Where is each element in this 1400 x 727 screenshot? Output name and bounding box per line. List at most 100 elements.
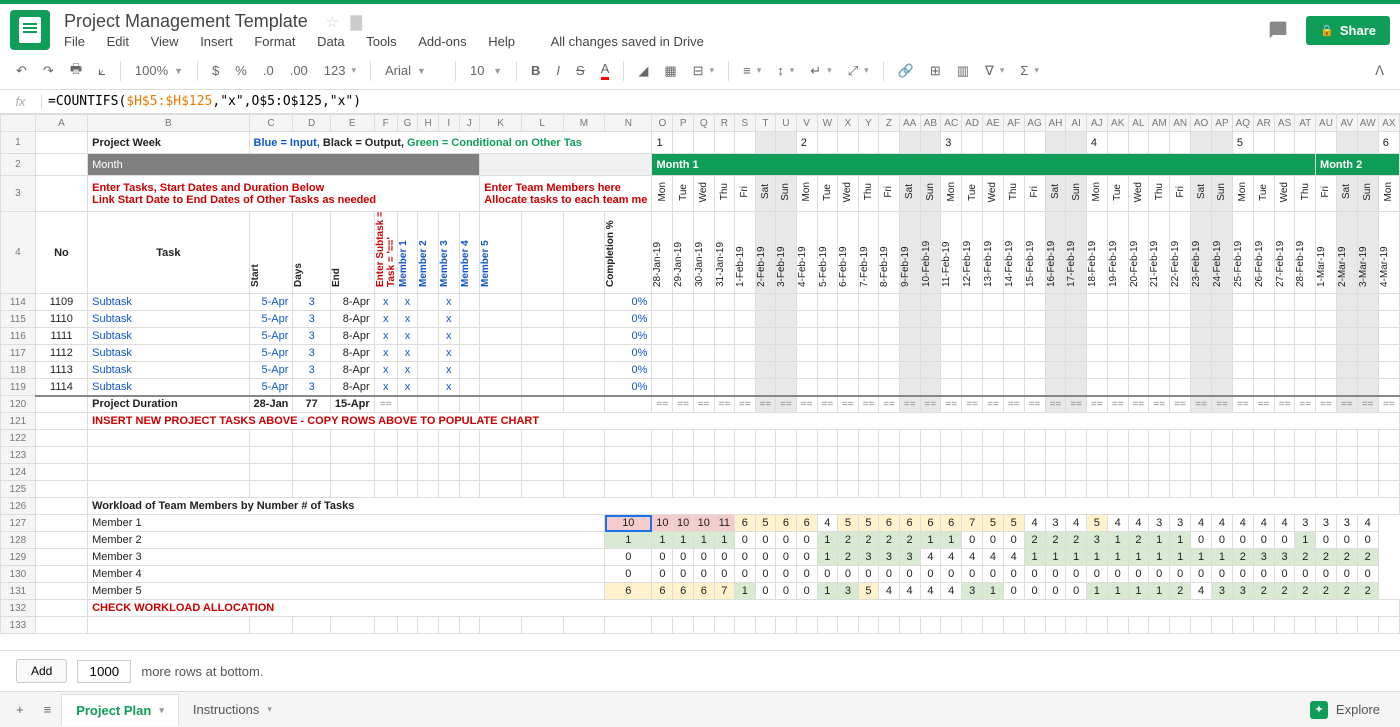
cell[interactable]: Fri	[735, 176, 756, 212]
text-rotate-icon[interactable]: ⤢▾	[842, 59, 875, 83]
decrease-decimal-icon[interactable]: .0	[257, 59, 280, 82]
cell[interactable]: 6	[605, 583, 652, 600]
cell[interactable]	[1253, 328, 1274, 345]
cell[interactable]	[920, 379, 941, 396]
cell[interactable]: Enter Team Members hereAllocate tasks to…	[480, 176, 652, 212]
col-header[interactable]: D	[293, 115, 330, 132]
cell[interactable]	[673, 132, 694, 154]
cell[interactable]	[1336, 362, 1357, 379]
cell[interactable]	[1232, 430, 1253, 447]
cell[interactable]	[1274, 132, 1295, 154]
cell[interactable]	[605, 396, 652, 413]
cell[interactable]	[1170, 379, 1191, 396]
cell[interactable]	[1232, 294, 1253, 311]
row-header[interactable]: 126	[1, 498, 36, 515]
cell[interactable]: ==	[735, 396, 756, 413]
cell[interactable]	[521, 396, 563, 413]
borders-icon[interactable]: ▦	[658, 59, 682, 83]
cell[interactable]: 28-Jan-19	[652, 212, 673, 294]
cell[interactable]: 2	[1357, 549, 1378, 566]
cell[interactable]: Mon	[1086, 176, 1107, 212]
cell[interactable]: 2	[1316, 583, 1337, 600]
cell[interactable]: Subtask	[88, 379, 249, 396]
cell[interactable]	[714, 362, 735, 379]
cell[interactable]	[1336, 481, 1357, 498]
cell[interactable]	[418, 311, 439, 328]
cell[interactable]: Sat	[755, 176, 776, 212]
row-header[interactable]: 117	[1, 345, 36, 362]
cell[interactable]: 0	[1295, 566, 1316, 583]
cell[interactable]	[1045, 447, 1066, 464]
cell[interactable]	[755, 345, 776, 362]
cell[interactable]	[1003, 294, 1024, 311]
cell[interactable]	[1003, 345, 1024, 362]
cell[interactable]: 0	[776, 566, 797, 583]
cell[interactable]	[1149, 362, 1170, 379]
cell[interactable]	[1253, 447, 1274, 464]
number-format-select[interactable]: 123▾	[318, 59, 362, 82]
cell[interactable]	[796, 464, 817, 481]
cell[interactable]	[1274, 294, 1295, 311]
col-header[interactable]: H	[418, 115, 439, 132]
cell[interactable]	[1212, 430, 1233, 447]
cell[interactable]: x	[438, 311, 459, 328]
col-header[interactable]: AT	[1295, 115, 1316, 132]
col-header[interactable]: AR	[1253, 115, 1274, 132]
cell[interactable]: 77	[293, 396, 330, 413]
font-family-select[interactable]: Arial▼	[379, 59, 447, 82]
cell[interactable]	[1357, 345, 1378, 362]
cell[interactable]	[899, 362, 920, 379]
cell[interactable]	[755, 481, 776, 498]
cell[interactable]: 0	[735, 566, 756, 583]
cell[interactable]: 1111	[35, 328, 87, 345]
cell[interactable]: 1113	[35, 362, 87, 379]
cell[interactable]	[1045, 294, 1066, 311]
redo-icon[interactable]: ↷	[37, 59, 60, 83]
cell[interactable]: 5	[858, 583, 879, 600]
format-currency-icon[interactable]: $	[206, 59, 225, 82]
cell[interactable]	[521, 328, 563, 345]
cell[interactable]: Fri	[1316, 176, 1337, 212]
cell[interactable]: 28-Jan	[249, 396, 293, 413]
cell[interactable]	[1212, 481, 1233, 498]
insert-comment-icon[interactable]: ⊞	[924, 59, 947, 83]
cell[interactable]: ==	[673, 396, 694, 413]
col-header[interactable]: AA	[899, 115, 920, 132]
zoom-select[interactable]: 100%▼	[129, 59, 189, 82]
cell[interactable]	[920, 430, 941, 447]
cell[interactable]	[1378, 311, 1399, 328]
cell[interactable]: 4	[983, 549, 1004, 566]
cell[interactable]	[714, 430, 735, 447]
cell[interactable]: 5-Apr	[249, 294, 293, 311]
cell[interactable]	[1024, 362, 1045, 379]
cell[interactable]: 1	[673, 532, 694, 549]
col-header[interactable]: AL	[1128, 115, 1149, 132]
cell[interactable]: 5	[838, 515, 859, 532]
cell[interactable]	[35, 132, 87, 154]
cell[interactable]	[817, 464, 838, 481]
cell[interactable]	[1149, 447, 1170, 464]
cell[interactable]	[1191, 617, 1212, 634]
cell[interactable]: 4-Feb-19	[796, 212, 817, 294]
cell[interactable]: ==	[899, 396, 920, 413]
cell[interactable]	[899, 430, 920, 447]
cell[interactable]	[962, 430, 983, 447]
cell[interactable]: 9-Feb-19	[899, 212, 920, 294]
cell[interactable]: 8-Apr	[330, 379, 374, 396]
cell[interactable]: 6	[776, 515, 797, 532]
cell[interactable]	[1316, 379, 1337, 396]
cell[interactable]	[1128, 379, 1149, 396]
cell[interactable]	[673, 345, 694, 362]
cell[interactable]	[1024, 345, 1045, 362]
cell[interactable]: 0	[1191, 532, 1212, 549]
cell[interactable]: Month 2	[1316, 154, 1400, 176]
cell[interactable]	[459, 294, 480, 311]
cell[interactable]: 2-Feb-19	[755, 212, 776, 294]
cell[interactable]: 0	[899, 566, 920, 583]
cell[interactable]: x	[397, 294, 418, 311]
cell[interactable]: Member 1	[88, 515, 605, 532]
cell[interactable]	[563, 464, 605, 481]
cell[interactable]: ==	[941, 396, 962, 413]
cell[interactable]	[1274, 345, 1295, 362]
cell[interactable]	[673, 617, 694, 634]
